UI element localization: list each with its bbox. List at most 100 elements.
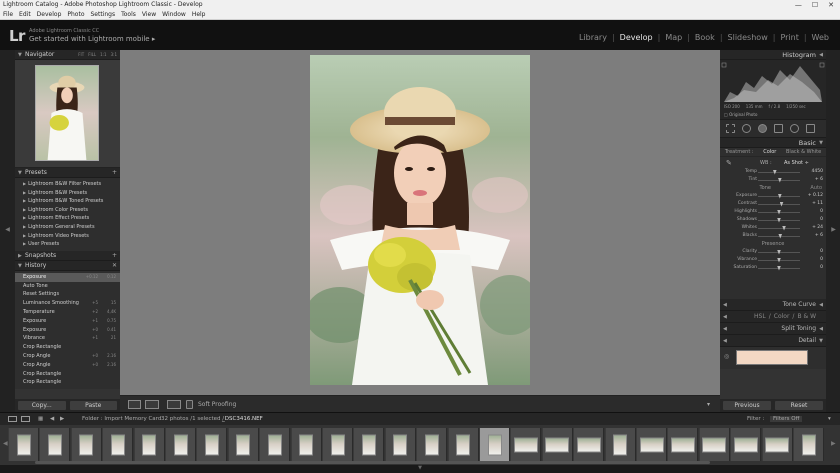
- preset-folder[interactable]: ▶ Lightroom Video Presets: [15, 232, 120, 241]
- module-book[interactable]: Book: [690, 33, 720, 42]
- forward-arrow-icon[interactable]: ▶: [60, 416, 64, 422]
- slider-value[interactable]: + 11: [812, 201, 823, 206]
- slider-value[interactable]: + 6: [815, 233, 823, 238]
- original-photo-toggle[interactable]: □ Original Photo: [724, 112, 757, 117]
- slider-value[interactable]: 4450: [812, 169, 823, 174]
- history-header[interactable]: ▼ History ✕: [15, 260, 120, 271]
- filmstrip-thumbnail[interactable]: [416, 428, 448, 461]
- history-step[interactable]: Crop Angle +0 2.16: [15, 361, 120, 370]
- filmstrip-thumbnail[interactable]: [793, 428, 824, 461]
- clear-history-icon[interactable]: ✕: [112, 261, 117, 271]
- filmstrip-thumbnail[interactable]: [227, 428, 259, 461]
- copy-button[interactable]: Copy...: [18, 401, 66, 410]
- crop-tool-icon[interactable]: [726, 124, 735, 133]
- zoom-fit[interactable]: FIT: [78, 50, 84, 60]
- filmstrip-thumbnail[interactable]: [573, 428, 605, 461]
- history-step[interactable]: Exposure +0.12 0.12: [15, 272, 120, 282]
- back-arrow-icon[interactable]: ◀: [50, 416, 54, 422]
- menu-edit[interactable]: Edit: [19, 10, 31, 19]
- close-icon[interactable]: ✕: [828, 0, 834, 10]
- history-step[interactable]: Crop Rectangle: [15, 343, 120, 352]
- filmstrip-thumbnail[interactable]: [70, 428, 102, 461]
- slider-track[interactable]: [758, 204, 800, 205]
- slider-value[interactable]: + 6: [815, 177, 823, 182]
- module-library[interactable]: Library: [574, 33, 612, 42]
- filmstrip-thumbnail[interactable]: [39, 428, 71, 461]
- history-step[interactable]: Exposure +1 0.75: [15, 317, 120, 326]
- zoom-3-1[interactable]: 3:1: [111, 50, 117, 60]
- filmstrip-thumbnail[interactable]: [667, 428, 699, 461]
- slider-track[interactable]: [758, 228, 800, 229]
- filmstrip-thumbnail[interactable]: [353, 428, 385, 461]
- slider-value[interactable]: 0: [820, 209, 823, 214]
- image-canvas[interactable]: [120, 50, 720, 395]
- navigator-preview[interactable]: [15, 60, 120, 168]
- tone-curve-header[interactable]: ◀ Tone Curve ◀: [720, 299, 826, 311]
- red-eye-icon[interactable]: [758, 124, 767, 133]
- navigator-header[interactable]: ▼ Navigator FIT FILL 1:1 3:1: [15, 50, 120, 60]
- menu-settings[interactable]: Settings: [91, 10, 116, 19]
- preset-folder[interactable]: ▶ Lightroom B&W Filter Presets: [15, 180, 120, 189]
- filmstrip-thumbnail[interactable]: [761, 428, 793, 461]
- histogram-header[interactable]: Histogram ◀: [720, 50, 826, 60]
- before-after-icon[interactable]: [145, 400, 159, 409]
- history-step[interactable]: Crop Rectangle: [15, 378, 120, 387]
- filmstrip-thumbnail[interactable]: [290, 428, 322, 461]
- spot-removal-icon[interactable]: [742, 124, 751, 133]
- slider-value[interactable]: + 0.12: [808, 193, 823, 198]
- snapshots-header[interactable]: ▶ Snapshots +: [15, 250, 120, 261]
- filmstrip-thumbnail[interactable]: [322, 428, 353, 461]
- treatment-bw[interactable]: Black & White: [786, 148, 821, 156]
- filter-select[interactable]: Filters Off: [770, 416, 803, 422]
- tab-color[interactable]: Color: [774, 311, 790, 323]
- detail-target-icon[interactable]: ◎: [724, 353, 729, 360]
- menu-photo[interactable]: Photo: [67, 10, 84, 19]
- slider-track[interactable]: [758, 236, 800, 237]
- history-step[interactable]: Luminance Smoothing +5 15: [15, 299, 120, 308]
- detail-header[interactable]: ◀ Detail ▼: [720, 335, 826, 347]
- filmstrip-thumbnail[interactable]: [259, 428, 291, 461]
- navigator-thumbnail[interactable]: [35, 65, 99, 161]
- filmstrip-thumbnail[interactable]: [636, 428, 667, 461]
- add-preset-icon[interactable]: +: [112, 168, 117, 178]
- histogram[interactable]: ISO 200 135 mm f / 2.8 1/250 sec □ Origi…: [720, 60, 826, 120]
- module-web[interactable]: Web: [807, 33, 834, 42]
- preset-folder[interactable]: ▶ Lightroom B&W Toned Presets: [15, 197, 120, 206]
- toolbar-menu-icon[interactable]: ▾: [707, 401, 710, 408]
- history-step[interactable]: Vibrance +1 21: [15, 334, 120, 343]
- tab-hsl[interactable]: HSL: [754, 311, 766, 323]
- selected-filename[interactable]: _DSC3416.NEF: [222, 416, 263, 422]
- filmstrip-thumbnail[interactable]: [447, 428, 479, 461]
- filmstrip-thumbnail[interactable]: [541, 428, 573, 461]
- history-step[interactable]: Auto Tone: [15, 282, 120, 291]
- filmstrip-thumbnail[interactable]: [698, 428, 730, 461]
- menu-help[interactable]: Help: [192, 10, 206, 19]
- preset-folder[interactable]: ▶ Lightroom General Presets: [15, 223, 120, 232]
- wb-eyedropper-icon[interactable]: ✎: [726, 159, 732, 167]
- filmstrip-thumbnail[interactable]: [510, 428, 542, 461]
- menu-window[interactable]: Window: [162, 10, 186, 19]
- filmstrip-thumbnail[interactable]: [604, 428, 636, 461]
- reset-button[interactable]: Reset: [775, 401, 823, 410]
- slider-value[interactable]: 0: [820, 265, 823, 270]
- filmstrip-thumbnail[interactable]: [384, 428, 416, 461]
- slider-value[interactable]: 0: [820, 249, 823, 254]
- filmstrip-thumbnail[interactable]: [102, 428, 134, 461]
- right-panel-toggle[interactable]: ▶: [826, 50, 840, 412]
- second-window-icon[interactable]: [21, 416, 30, 422]
- hsl-header[interactable]: ◀ HSL/ Color/ B & W ◀: [720, 311, 826, 332]
- filter-lock-icon[interactable]: ▾: [828, 416, 831, 422]
- slider-track[interactable]: [758, 172, 800, 173]
- preset-folder[interactable]: ▶ Lightroom Color Presets: [15, 206, 120, 215]
- history-step[interactable]: Exposure +0 0.41: [15, 326, 120, 335]
- paste-button[interactable]: Paste: [69, 401, 117, 410]
- main-window-icon[interactable]: [8, 416, 17, 422]
- history-step[interactable]: Crop Rectangle: [15, 370, 120, 379]
- before-after-options-icon[interactable]: [167, 400, 181, 409]
- tab-bw[interactable]: B & W: [797, 311, 816, 323]
- radial-filter-icon[interactable]: [790, 124, 799, 133]
- wb-select[interactable]: As Shot ÷: [784, 160, 809, 166]
- graduated-filter-icon[interactable]: [774, 124, 783, 133]
- zoom-fill[interactable]: FILL: [88, 50, 96, 60]
- menu-develop[interactable]: Develop: [37, 10, 62, 19]
